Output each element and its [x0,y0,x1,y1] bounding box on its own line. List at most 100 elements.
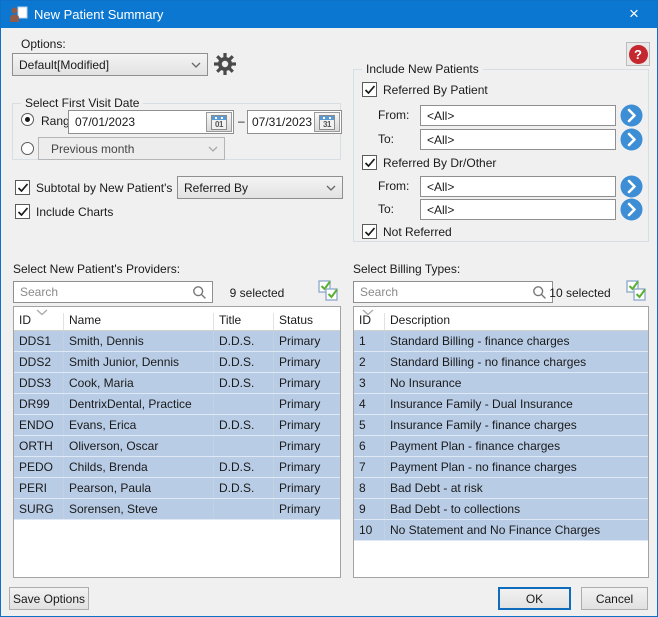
referred-by-dr-checkbox[interactable] [362,155,377,170]
table-row[interactable]: DR99DentrixDental, PracticePrimary [14,394,340,415]
patient-to-field[interactable]: <All> [420,129,616,150]
table-row[interactable]: ENDOEvans, EricaD.D.S.Primary [14,415,340,436]
subtotal-combo[interactable]: Referred By [177,176,343,199]
dr-from-lookup-arrow-button[interactable] [620,175,643,198]
referred-by-patient-label: Referred By Patient [383,83,488,97]
save-options-button[interactable]: Save Options [9,587,89,610]
period-radio[interactable] [21,142,34,155]
dr-to-field[interactable]: <All> [420,199,616,220]
table-row[interactable]: 7Payment Plan - no finance charges [354,457,648,478]
options-combo[interactable]: Default[Modified] [12,53,208,76]
billing-label: Select Billing Types: [353,262,460,276]
patient-to-lookup-arrow-button[interactable] [620,128,643,151]
table-cell: Payment Plan - no finance charges [385,457,648,477]
include-charts-label: Include Charts [36,205,113,219]
start-date-field[interactable]: 07/01/2023 01 [68,110,234,134]
table-cell: Childs, Brenda [64,457,214,477]
range-radio[interactable] [21,113,34,126]
providers-search-input[interactable] [14,285,192,299]
providers-label: Select New Patient's Providers: [13,262,180,276]
table-cell: Oliverson, Oscar [64,436,214,456]
billing-table-header: ID Description [354,307,648,331]
patient-to-label: To: [378,132,414,146]
table-row[interactable]: PEDOChilds, BrendaD.D.S.Primary [14,457,340,478]
sort-ascending-icon [362,309,374,316]
end-date-field[interactable]: 07/31/2023 31 [247,110,342,134]
table-cell: Smith, Dennis [64,331,214,351]
include-charts-checkbox[interactable] [15,204,30,219]
table-row[interactable]: 1Standard Billing - finance charges [354,331,648,352]
referred-by-patient-checkbox[interactable] [362,82,377,97]
table-cell: DDS1 [14,331,64,351]
billing-search-input[interactable] [354,285,532,299]
table-cell: Primary [274,331,340,351]
table-cell: DDS3 [14,373,64,393]
patient-from-lookup-arrow-button[interactable] [620,104,643,127]
providers-header-status[interactable]: Status [274,313,340,330]
title-bar: New Patient Summary × [1,1,657,28]
start-date-calendar-button[interactable]: 01 [206,112,232,132]
table-cell: 5 [354,415,385,435]
table-cell: PEDO [14,457,64,477]
table-row[interactable]: 9Bad Debt - to collections [354,499,648,520]
check-icon [363,83,377,97]
billing-multiselect-icon[interactable] [623,278,649,303]
calendar-icon: 01 [211,115,227,130]
end-date-value: 07/31/2023 [248,115,314,129]
chevron-down-icon [208,146,218,152]
cancel-button[interactable]: Cancel [581,587,648,610]
not-referred-checkbox[interactable] [362,224,377,239]
billing-header-description[interactable]: Description [385,313,648,330]
table-row[interactable]: DDS1Smith, DennisD.D.S.Primary [14,331,340,352]
dr-to-lookup-arrow-button[interactable] [620,198,643,221]
table-cell: Payment Plan - finance charges [385,436,648,456]
table-row[interactable]: ORTHOliverson, OscarPrimary [14,436,340,457]
table-cell: Primary [274,457,340,477]
subtotal-checkbox[interactable] [15,180,30,195]
help-button[interactable]: ? [626,42,650,66]
table-row[interactable]: PERIPearson, PaulaD.D.S.Primary [14,478,340,499]
patient-from-field[interactable]: <All> [420,105,616,126]
gear-icon[interactable] [213,52,237,76]
dr-to-label: To: [378,202,414,216]
not-referred-label: Not Referred [383,225,452,239]
dr-from-label: From: [378,179,414,193]
providers-multiselect-icon[interactable] [315,278,341,303]
table-row[interactable]: SURGSorensen, StevePrimary [14,499,340,520]
sort-ascending-icon [36,309,48,316]
table-cell: Standard Billing - no finance charges [385,352,648,372]
table-cell: Insurance Family - finance charges [385,415,648,435]
table-cell: 4 [354,394,385,414]
end-date-calendar-button[interactable]: 31 [314,112,340,132]
dr-from-field[interactable]: <All> [420,176,616,197]
include-new-patients-legend: Include New Patients [362,62,483,76]
subtotal-combo-value: Referred By [184,181,326,195]
providers-header-title[interactable]: Title [214,313,274,330]
table-cell: Bad Debt - to collections [385,499,648,519]
table-cell: 10 [354,520,385,540]
help-icon: ? [629,45,648,64]
table-row[interactable]: 10No Statement and No Finance Charges [354,520,648,541]
table-row[interactable]: DDS2Smith Junior, DennisD.D.S.Primary [14,352,340,373]
table-row[interactable]: 5Insurance Family - finance charges [354,415,648,436]
table-row[interactable]: DDS3Cook, MariaD.D.S.Primary [14,373,340,394]
table-cell: D.D.S. [214,373,274,393]
billing-search [353,281,553,303]
table-cell: Primary [274,478,340,498]
table-cell: Primary [274,352,340,372]
table-cell: D.D.S. [214,352,274,372]
table-cell: 2 [354,352,385,372]
period-combo[interactable]: Previous month [38,137,225,160]
providers-header-name[interactable]: Name [64,313,214,330]
table-row[interactable]: 2Standard Billing - no finance charges [354,352,648,373]
table-row[interactable]: 3No Insurance [354,373,648,394]
table-cell: 7 [354,457,385,477]
close-button[interactable]: × [611,1,657,28]
table-cell: No Statement and No Finance Charges [385,520,648,540]
table-row[interactable]: 6Payment Plan - finance charges [354,436,648,457]
table-row[interactable]: 8Bad Debt - at risk [354,478,648,499]
table-cell: Primary [274,373,340,393]
table-row[interactable]: 4Insurance Family - Dual Insurance [354,394,648,415]
ok-button[interactable]: OK [498,587,571,610]
visit-date-legend: Select First Visit Date [21,96,143,110]
